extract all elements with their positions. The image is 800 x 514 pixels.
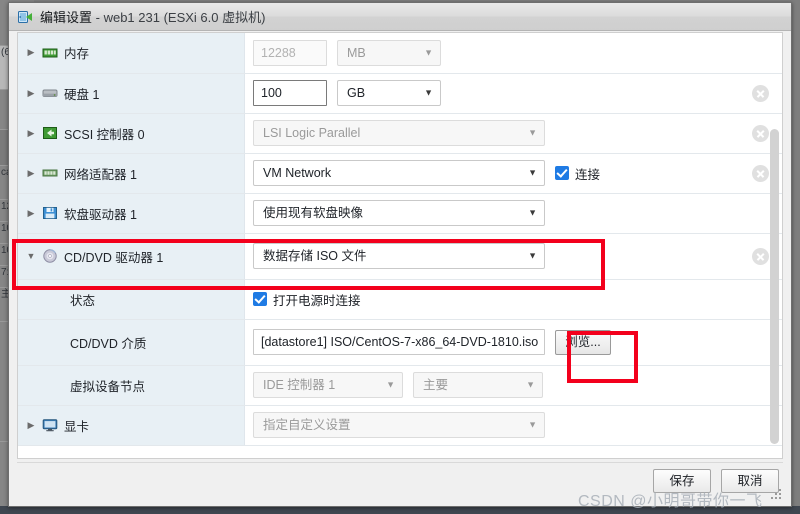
chevron-down-icon: ▼ — [528, 207, 537, 218]
collapse-arrow-icon[interactable]: ▼ — [26, 251, 36, 261]
row-label-text: SCSI 控制器 0 — [64, 127, 145, 142]
row-label-text: 内存 — [64, 47, 90, 62]
row-label-memory[interactable]: ▶ 内存 — [18, 33, 245, 74]
row-label-scsi-controller-0[interactable]: ▶ SCSI 控制器 0 — [18, 113, 245, 154]
video-card-icon — [42, 417, 58, 433]
chevron-down-icon: ▼ — [386, 379, 395, 390]
checkbox-checked-icon[interactable] — [555, 166, 569, 180]
expand-arrow-icon[interactable]: ▶ — [26, 48, 36, 57]
table-row: 虚拟设备节点 IDE 控制器 1 ▼ 主要 ▼ — [18, 365, 782, 406]
network-select[interactable]: VM Network ▼ — [253, 160, 545, 186]
row-label-cd-status: 状态 — [18, 279, 245, 320]
memory-unit-select[interactable]: MB ▼ — [337, 39, 441, 66]
memory-size-input[interactable]: 12288 — [253, 39, 327, 66]
expand-arrow-icon[interactable]: ▶ — [26, 168, 36, 178]
row-label-network-adapter-1[interactable]: ▶ 网络适配器 1 — [18, 153, 245, 194]
browse-button[interactable]: 浏览... — [555, 329, 611, 355]
table-row: ▶ 网络适配器 1 VM Network ▼ 连接 — [18, 153, 782, 194]
device-settings-table: ▶ 内存 12288 MB ▼ ▶ 硬盘 1 100 GB ▼ ▶ SCSI 控… — [18, 33, 782, 446]
cd-media-path-input[interactable]: [datastore1] ISO/CentOS-7-x86_64-DVD-181… — [253, 329, 545, 355]
row-field-scsi-controller-0: LSI Logic Parallel ▼ — [244, 113, 738, 154]
device-node-position-select[interactable]: 主要 ▼ — [413, 372, 543, 398]
cd-dvd-icon — [42, 248, 58, 264]
floppy-media-select[interactable]: 使用现有软盘映像 ▼ — [253, 200, 545, 226]
table-row: ▶ SCSI 控制器 0 LSI Logic Parallel ▼ — [18, 113, 782, 154]
chevron-down-icon: ▼ — [526, 379, 535, 390]
virtual-machine-icon — [17, 9, 33, 25]
connect-at-power-on-checkbox[interactable]: 打开电源时连接 — [253, 290, 361, 309]
row-label-text: 硬盘 1 — [64, 87, 100, 102]
row-label-cd-media: CD/DVD 介质 — [18, 319, 245, 366]
row-field-floppy-drive-1: 使用现有软盘映像 ▼ — [244, 193, 738, 234]
connect-at-power-on-label: 打开电源时连接 — [273, 293, 361, 308]
table-row: 状态 打开电源时连接 — [18, 279, 782, 320]
row-field-video-card: 指定自定义设置 ▼ — [244, 405, 738, 446]
chevron-down-icon: ▼ — [424, 87, 433, 98]
row-field-memory: 12288 MB ▼ — [244, 33, 738, 74]
scsi-type-select[interactable]: LSI Logic Parallel ▼ — [253, 120, 545, 146]
edit-settings-dialog: 编辑设置 - web1 231 (ESXi 6.0 虚拟机) ▶ 内存 1228… — [8, 2, 792, 507]
table-row: ▶ 内存 12288 MB ▼ — [18, 33, 782, 74]
table-row: ▼ CD/DVD 驱动器 1 数据存储 ISO 文件 ▼ — [18, 233, 782, 280]
dialog-titlebar[interactable]: 编辑设置 - web1 231 (ESXi 6.0 虚拟机) — [9, 3, 791, 31]
footer-divider — [17, 462, 783, 463]
row-field-cd-status: 打开电源时连接 — [244, 279, 738, 320]
row-field-cd-dvd-drive-1: 数据存储 ISO 文件 ▼ — [244, 233, 738, 280]
remove-icon[interactable] — [751, 84, 769, 102]
watermark: CSDN @小明哥带你一飞 — [578, 493, 763, 510]
video-settings-select[interactable]: 指定自定义设置 ▼ — [253, 412, 545, 438]
row-field-virtual-device-node: IDE 控制器 1 ▼ 主要 ▼ — [244, 365, 738, 406]
remove-icon[interactable] — [751, 164, 769, 182]
row-remove-memory — [738, 33, 782, 74]
row-field-hard-disk-1: 100 GB ▼ — [244, 73, 738, 114]
chevron-down-icon: ▼ — [528, 419, 537, 430]
remove-icon[interactable] — [751, 247, 769, 265]
row-remove-hard-disk-1[interactable] — [738, 73, 782, 114]
virtual-device-node-label: 虚拟设备节点 — [70, 379, 146, 394]
dialog-title: 编辑设置 - web1 231 (ESXi 6.0 虚拟机) — [40, 10, 266, 25]
expand-arrow-icon[interactable]: ▶ — [26, 420, 36, 430]
row-label-floppy-drive-1[interactable]: ▶ 软盘驱动器 1 — [18, 193, 245, 234]
table-row: CD/DVD 介质 [datastore1] ISO/CentOS-7-x86_… — [18, 319, 782, 366]
disk-size-input[interactable]: 100 — [253, 80, 327, 106]
checkbox-checked-icon[interactable] — [253, 292, 267, 306]
row-label-text: CD/DVD 驱动器 1 — [64, 250, 164, 265]
dialog-body: ▶ 内存 12288 MB ▼ ▶ 硬盘 1 100 GB ▼ ▶ SCSI 控… — [17, 32, 783, 459]
expand-arrow-icon[interactable]: ▶ — [26, 208, 36, 218]
table-row: ▶ 硬盘 1 100 GB ▼ — [18, 73, 782, 114]
row-label-cd-dvd-drive-1[interactable]: ▼ CD/DVD 驱动器 1 — [18, 233, 245, 280]
row-field-network-adapter-1: VM Network ▼ 连接 — [244, 153, 738, 194]
device-node-controller-select[interactable]: IDE 控制器 1 ▼ — [253, 372, 403, 398]
expand-arrow-icon[interactable]: ▶ — [26, 128, 36, 138]
chevron-down-icon: ▼ — [528, 167, 537, 178]
cd-media-label: CD/DVD 介质 — [70, 336, 147, 351]
network-connect-checkbox[interactable]: 连接 — [555, 164, 600, 183]
memory-module-icon — [42, 45, 58, 61]
expand-arrow-icon[interactable]: ▶ — [26, 88, 36, 98]
row-label-text: 网络适配器 1 — [64, 167, 137, 182]
cd-dvd-source-select[interactable]: 数据存储 ISO 文件 ▼ — [253, 243, 545, 269]
table-row: ▶ 软盘驱动器 1 使用现有软盘映像 ▼ — [18, 193, 782, 234]
network-adapter-icon — [42, 165, 58, 181]
floppy-drive-icon — [42, 205, 58, 221]
chevron-down-icon: ▼ — [528, 127, 537, 138]
disk-unit-select[interactable]: GB ▼ — [337, 80, 441, 106]
table-row: ▶ 显卡 指定自定义设置 ▼ — [18, 405, 782, 446]
row-field-cd-media: [datastore1] ISO/CentOS-7-x86_64-DVD-181… — [244, 319, 738, 366]
chevron-down-icon: ▼ — [424, 47, 433, 58]
row-label-hard-disk-1[interactable]: ▶ 硬盘 1 — [18, 73, 245, 114]
hard-disk-icon — [42, 85, 58, 101]
network-connect-label: 连接 — [575, 167, 601, 182]
vertical-scrollbar[interactable] — [770, 129, 779, 444]
row-label-video-card[interactable]: ▶ 显卡 — [18, 405, 245, 446]
remove-icon[interactable] — [751, 124, 769, 142]
row-label-text: 软盘驱动器 1 — [64, 207, 137, 222]
chevron-down-icon: ▼ — [528, 250, 537, 261]
row-label-virtual-device-node: 虚拟设备节点 — [18, 365, 245, 406]
scsi-controller-icon — [42, 125, 58, 141]
row-label-text: 显卡 — [64, 419, 90, 434]
cd-status-label: 状态 — [70, 293, 96, 308]
